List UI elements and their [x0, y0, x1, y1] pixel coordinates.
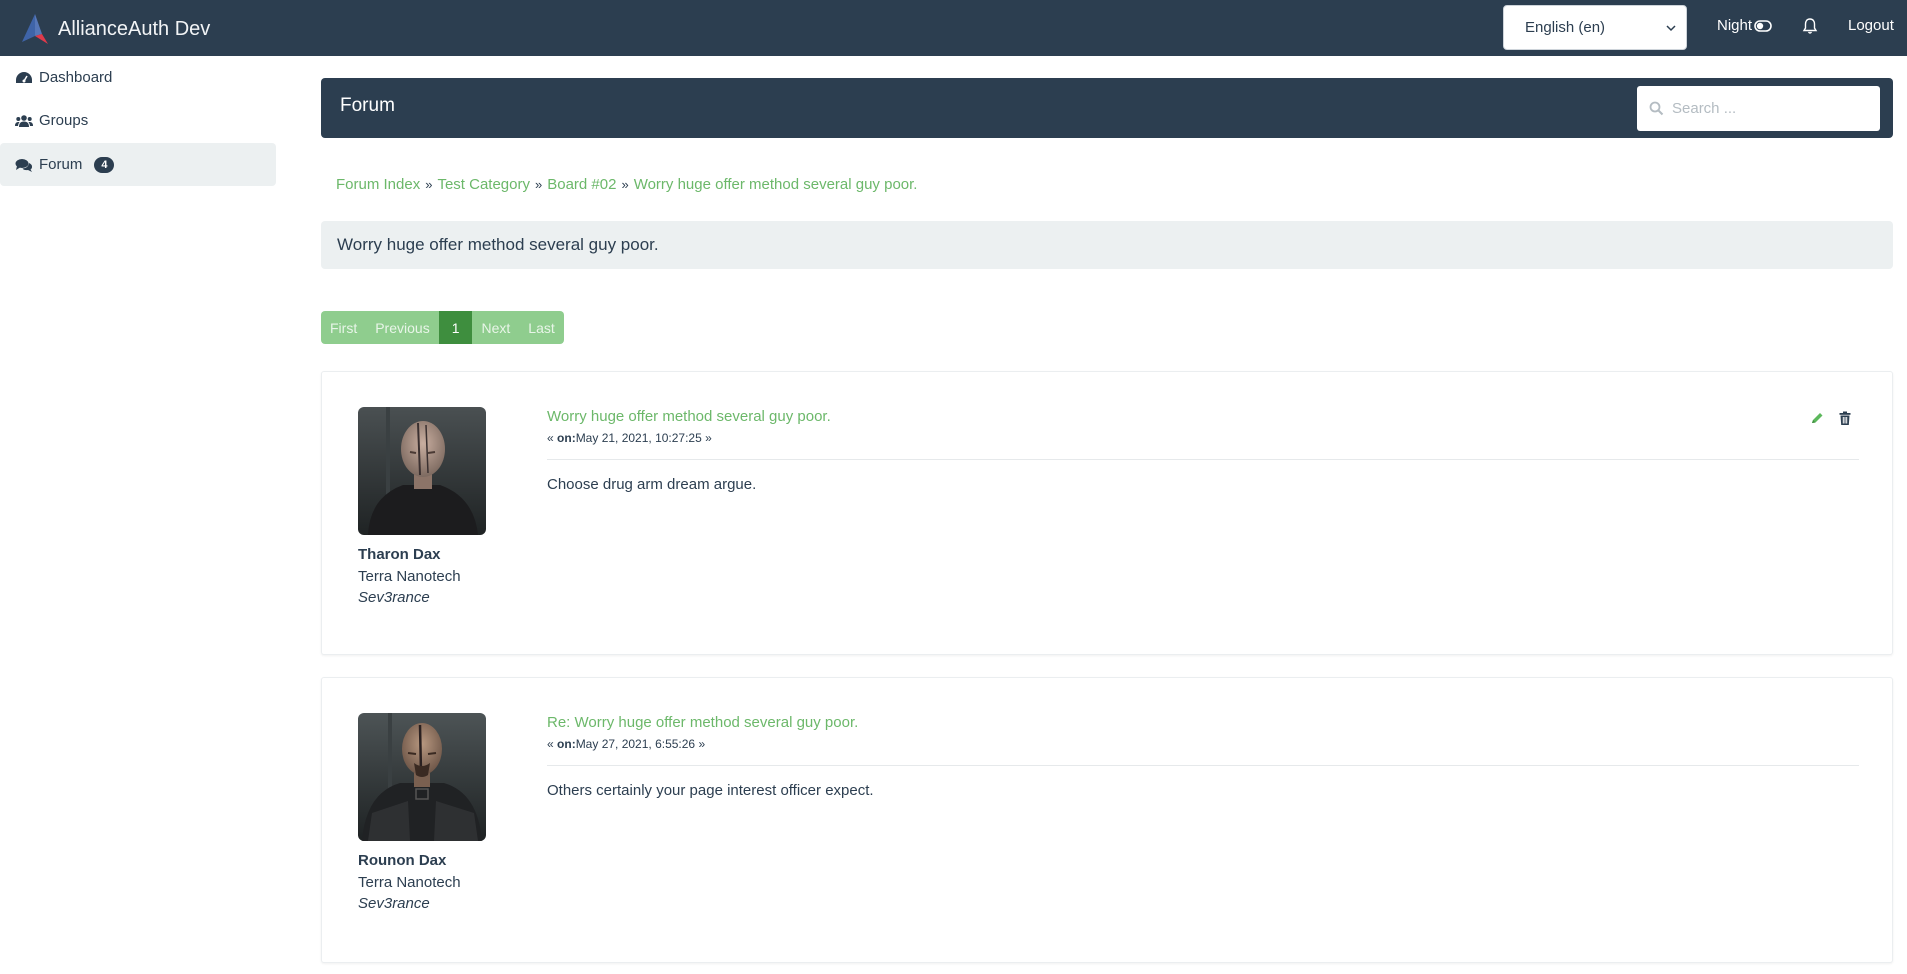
character-portrait-image [358, 713, 486, 841]
night-mode-label: Night [1717, 17, 1753, 34]
meta-on-label: on: [557, 737, 576, 751]
language-select[interactable]: English (en) [1503, 5, 1687, 50]
post-body: Others certainly your page interest offi… [547, 782, 874, 799]
language-selected-value: English (en) [1525, 19, 1606, 36]
breadcrumb-separator: » [425, 177, 433, 192]
meta-on-label: on: [557, 431, 576, 445]
pagination: First Previous 1 Next Last [321, 311, 564, 344]
breadcrumb-separator: » [534, 177, 543, 192]
post-title-link[interactable]: Re: Worry huge offer method several guy … [547, 714, 858, 731]
dashboard-icon [16, 71, 32, 83]
page-previous-button[interactable]: Previous [366, 311, 439, 344]
sidebar-item-label: Groups [39, 112, 89, 129]
meta-suffix: » [705, 431, 712, 445]
author-name[interactable]: Tharon Dax [358, 546, 441, 563]
post-date: May 27, 2021, 6:55:26 [575, 737, 696, 751]
forum-post: Rounon Dax Terra Nanotech Sev3rance Re: … [321, 677, 1893, 963]
app-title: AllianceAuth Dev [58, 17, 211, 40]
page-first-button[interactable]: First [321, 311, 367, 344]
post-divider [547, 459, 1859, 460]
author-avatar [358, 407, 486, 535]
search-field[interactable] [1637, 86, 1880, 131]
breadcrumb: Forum Index » Test Category » Board #02 … [336, 176, 917, 193]
post-body: Choose drug arm dream argue. [547, 476, 757, 493]
logout-link[interactable]: Logout [1848, 17, 1894, 34]
post-meta: « on:May 21, 2021, 10:27:25 » [547, 431, 712, 445]
forum-post: Tharon Dax Terra Nanotech Sev3rance Worr… [321, 371, 1893, 655]
sidebar: Dashboard Groups Forum 4 [0, 56, 276, 974]
post-actions [1810, 411, 1852, 426]
post-date: May 21, 2021, 10:27:25 [575, 431, 702, 445]
notifications-bell-icon[interactable] [1802, 17, 1818, 35]
breadcrumb-category[interactable]: Test Category [437, 176, 530, 193]
edit-pencil-icon[interactable] [1810, 411, 1824, 426]
author-alliance: Sev3rance [358, 589, 430, 606]
forum-panel-header: Forum [321, 78, 1893, 138]
author-corporation: Terra Nanotech [358, 568, 461, 585]
comments-icon [15, 158, 33, 172]
night-mode-toggle[interactable]: Night [1717, 17, 1772, 34]
meta-suffix: » [698, 737, 706, 751]
alliance-auth-logo-icon [22, 14, 48, 44]
breadcrumb-forum-index[interactable]: Forum Index [336, 176, 420, 193]
sidebar-item-label: Forum [39, 156, 83, 173]
sidebar-item-forum[interactable]: Forum 4 [0, 143, 276, 186]
search-icon [1649, 101, 1664, 116]
sidebar-item-label: Dashboard [39, 69, 113, 86]
forum-unread-badge: 4 [94, 156, 115, 173]
author-corporation: Terra Nanotech [358, 874, 461, 891]
page-last-button[interactable]: Last [519, 311, 564, 344]
post-title-link[interactable]: Worry huge offer method several guy poor… [547, 408, 831, 425]
post-meta: « on:May 27, 2021, 6:55:26 » [547, 737, 705, 751]
meta-prefix: « [547, 737, 554, 751]
sidebar-item-groups[interactable]: Groups [0, 99, 276, 142]
breadcrumb-board[interactable]: Board #02 [547, 176, 616, 193]
character-portrait-image [358, 407, 486, 535]
toggle-icon [1754, 19, 1772, 32]
author-avatar [358, 713, 486, 841]
top-navbar: AllianceAuth Dev English (en) Night Logo… [0, 0, 1907, 56]
search-input[interactable] [1672, 100, 1862, 117]
breadcrumb-topic[interactable]: Worry huge offer method several guy poor… [634, 176, 918, 193]
page-next-button[interactable]: Next [472, 311, 520, 344]
meta-prefix: « [547, 431, 554, 445]
brand[interactable]: AllianceAuth Dev [20, 12, 210, 46]
page-current-button[interactable]: 1 [438, 311, 473, 344]
panel-title: Forum [340, 95, 395, 116]
breadcrumb-separator: » [621, 177, 629, 192]
author-alliance: Sev3rance [358, 895, 430, 912]
topic-title: Worry huge offer method several guy poor… [321, 221, 1893, 269]
post-divider [547, 765, 1859, 766]
author-name[interactable]: Rounon Dax [358, 852, 446, 869]
sidebar-item-dashboard[interactable]: Dashboard [0, 56, 276, 99]
chevron-down-icon [1666, 21, 1676, 35]
users-icon [15, 114, 33, 127]
delete-trash-icon[interactable] [1838, 411, 1852, 426]
